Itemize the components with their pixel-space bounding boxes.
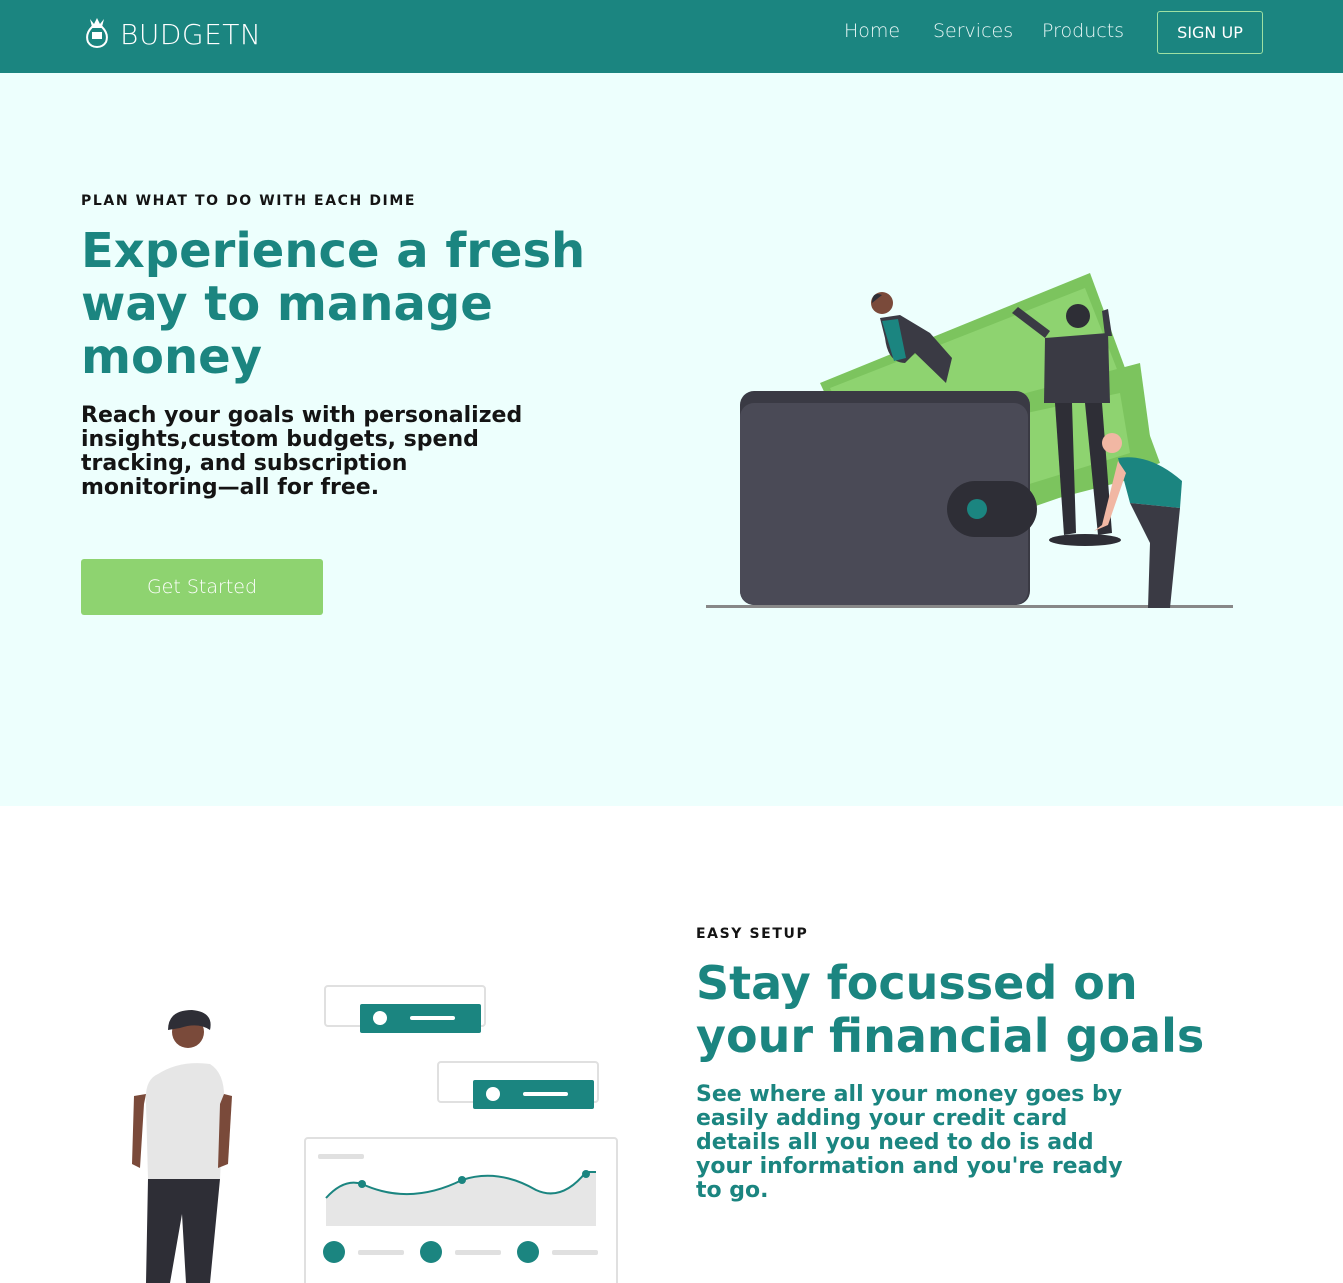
brand[interactable]: BUDGETN <box>84 14 261 54</box>
hero-title: Experience a fresh way to manage money <box>81 223 586 385</box>
money-bag-logo-icon <box>84 16 110 53</box>
navbar: BUDGETN Home Services Products SIGN UP <box>0 0 1343 73</box>
setup-text: See where all your money goes by easily … <box>696 1082 1123 1203</box>
setup-eyebrow: EASY SETUP <box>696 926 809 942</box>
hero-section: PLAN WHAT TO DO WITH EACH DIME Experienc… <box>0 73 1343 806</box>
get-started-button[interactable]: Get Started <box>81 559 323 615</box>
setup-title: Stay focussed on your financial goals <box>696 956 1205 1063</box>
nav-link-services[interactable]: Services <box>933 20 1013 42</box>
signup-button[interactable]: SIGN UP <box>1157 11 1263 54</box>
brand-name: BUDGETN <box>120 17 262 51</box>
nav-link-products[interactable]: Products <box>1042 20 1124 42</box>
wallet-money-illustration <box>706 273 1233 608</box>
hero-eyebrow: PLAN WHAT TO DO WITH EACH DIME <box>81 193 417 209</box>
hero-subtitle: Reach your goals with personalized insig… <box>81 403 523 500</box>
dashboard-person-illustration <box>132 985 618 1283</box>
setup-section: EASY SETUP Stay focussed on your financi… <box>0 806 1343 1283</box>
nav-link-home[interactable]: Home <box>844 20 900 42</box>
